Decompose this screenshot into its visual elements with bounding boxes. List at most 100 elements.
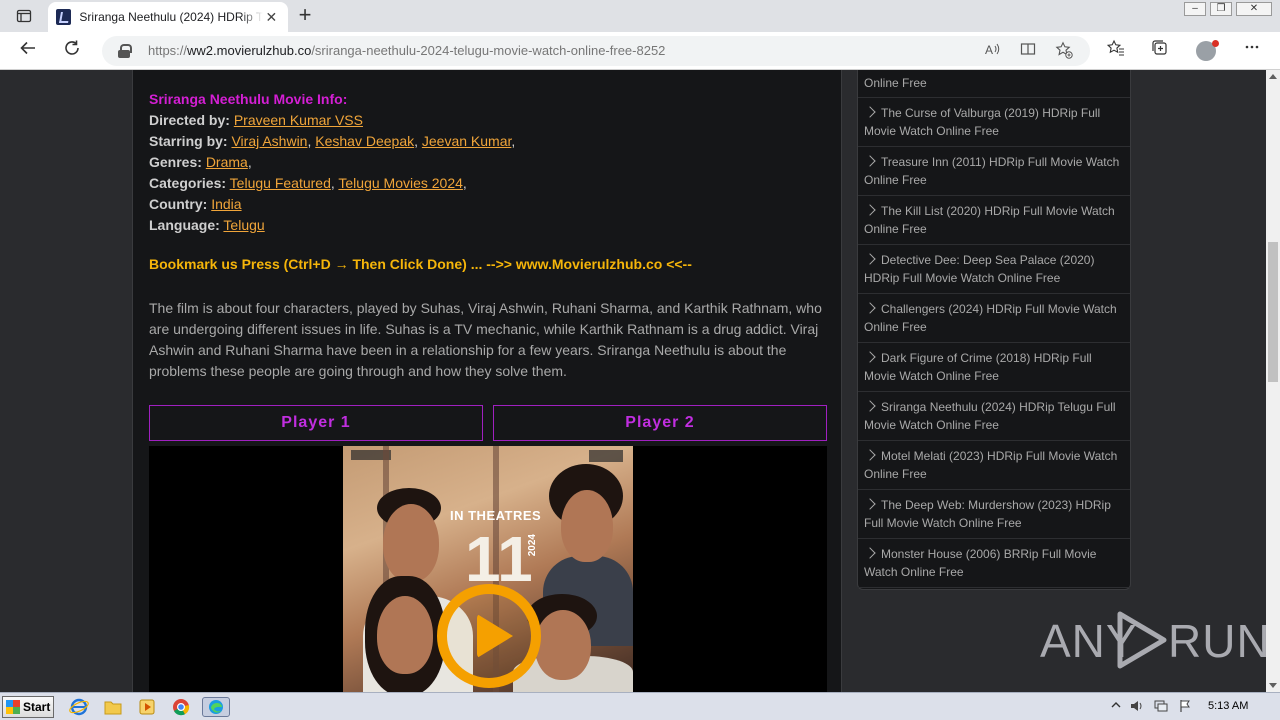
address-bar[interactable]: https://ww2.movierulzhub.co/sriranga-nee… (102, 36, 1090, 66)
cast-link[interactable]: Jeevan Kumar (422, 133, 512, 149)
sidebar-item-label[interactable]: Monster House (2006) BRRip Full Movie Wa… (864, 547, 1096, 579)
sidebar-item-label[interactable]: Dark Figure of Crime (2018) HDRip Full M… (864, 351, 1092, 383)
country-row: Country: India (149, 194, 829, 215)
sidebar-item-label[interactable]: The Deep Web: Murdershow (2023) HDRip Fu… (864, 498, 1111, 530)
watermark-play-icon (1117, 611, 1167, 669)
tab-close-icon[interactable]: ✕ (263, 9, 280, 26)
category-link[interactable]: Telugu Featured (230, 175, 331, 191)
sidebar-item[interactable]: Motel Melati (2023) HDRip Full Movie Wat… (858, 441, 1130, 490)
cast-link[interactable]: Viraj Ashwin (231, 133, 307, 149)
site-favicon-icon (56, 9, 72, 25)
sidebar-item[interactable]: Challengers (2024) HDRip Full Movie Watc… (858, 294, 1130, 343)
edge-icon[interactable] (202, 697, 230, 717)
language-label: Language: (149, 217, 220, 233)
movie-poster-image: IN THEATRES 11 2024 (343, 446, 633, 692)
sidebar-item-label[interactable]: Sriranga Neethulu (2024) HDRip Telugu Fu… (864, 400, 1116, 432)
sidebar-item-label[interactable]: Challengers (2024) HDRip Full Movie Watc… (864, 302, 1117, 334)
lock-icon[interactable] (118, 44, 132, 58)
sidebar-item-label[interactable]: Online Free (864, 76, 927, 90)
chrome-icon[interactable] (170, 697, 192, 717)
url-text[interactable]: https://ww2.movierulzhub.co/sriranga-nee… (148, 43, 665, 58)
sidebar-item[interactable]: The Kill List (2020) HDRip Full Movie Wa… (858, 196, 1130, 245)
sidebar-item-label[interactable]: The Kill List (2020) HDRip Full Movie Wa… (864, 204, 1115, 236)
video-player[interactable]: IN THEATRES 11 2024 (149, 446, 827, 692)
chevron-right-icon (864, 498, 876, 510)
separator: , (247, 154, 252, 170)
minimize-button[interactable]: – (1184, 2, 1206, 16)
chevron-right-icon (864, 449, 876, 461)
browser-toolbar: https://ww2.movierulzhub.co/sriranga-nee… (0, 32, 1280, 70)
show-hidden-icons-icon[interactable] (1110, 699, 1122, 714)
movie-description: The film is about four characters, playe… (149, 300, 822, 379)
start-label: Start (23, 700, 51, 714)
start-button[interactable]: Start (2, 696, 54, 718)
scrollbar-thumb[interactable] (1268, 242, 1278, 382)
director-link[interactable]: Praveen Kumar VSS (234, 112, 363, 128)
chevron-right-icon (864, 155, 876, 167)
player-2-button[interactable]: Player 2 (493, 405, 827, 441)
network-icon[interactable] (1154, 699, 1168, 716)
tab-title: Sriranga Neethulu (2024) HDRip Telugu Fu… (79, 10, 262, 24)
favorites-icon[interactable] (1104, 39, 1128, 63)
separator: , (330, 175, 335, 191)
sidebar-item-label[interactable]: Motel Melati (2023) HDRip Full Movie Wat… (864, 449, 1117, 481)
reload-icon[interactable] (60, 39, 84, 63)
country-link[interactable]: India (211, 196, 241, 212)
bookmark-notice: Bookmark us Press (Ctrl+D → Then Click D… (149, 256, 692, 272)
country-label: Country: (149, 196, 208, 212)
chevron-right-icon (864, 547, 876, 559)
sidebar-item[interactable]: Treasure Inn (2011) HDRip Full Movie Wat… (858, 147, 1130, 196)
poster-theatres-text: IN THEATRES (450, 508, 542, 523)
collections-icon[interactable] (1148, 39, 1172, 63)
browser-tab[interactable]: Sriranga Neethulu (2024) HDRip Telugu Fu… (48, 2, 288, 32)
sidebar-item[interactable]: Monster House (2006) BRRip Full Movie Wa… (858, 539, 1130, 588)
language-link[interactable]: Telugu (223, 217, 264, 233)
genre-link[interactable]: Drama (206, 154, 248, 170)
restore-button[interactable]: ❐ (1210, 2, 1232, 16)
scroll-up-icon[interactable] (1269, 74, 1277, 79)
chevron-right-icon (864, 351, 876, 363)
poster-release-year: 2024 (527, 534, 538, 557)
sidebar-item-label[interactable]: The Curse of Valburga (2019) HDRip Full … (864, 106, 1100, 138)
immersive-reader-icon[interactable] (1018, 41, 1038, 61)
new-tab-button[interactable]: + (294, 4, 316, 27)
file-explorer-icon[interactable] (102, 697, 124, 717)
sidebar-item[interactable]: Dark Figure of Crime (2018) HDRip Full M… (858, 343, 1130, 392)
back-icon[interactable] (16, 39, 40, 63)
profile-avatar[interactable] (1196, 40, 1219, 61)
anyrun-watermark: ANY RUN (1040, 610, 1266, 670)
sidebar-item-label[interactable]: Detective Dee: Deep Sea Palace (2020) HD… (864, 253, 1094, 285)
tab-actions-icon[interactable] (8, 4, 40, 28)
sidebar-item[interactable]: Sriranga Neethulu (2024) HDRip Telugu Fu… (858, 392, 1130, 441)
cast-link[interactable]: Keshav Deepak (315, 133, 414, 149)
sidebar-item[interactable]: Online Free (858, 70, 1130, 98)
separator: , (462, 175, 467, 191)
action-center-flag-icon[interactable] (1178, 699, 1192, 716)
settings-more-icon[interactable] (1240, 39, 1264, 63)
chevron-right-icon (864, 106, 876, 118)
chevron-right-icon (864, 400, 876, 412)
volume-icon[interactable] (1130, 699, 1144, 716)
poster-figure (377, 596, 433, 674)
sidebar-item-label[interactable]: Treasure Inn (2011) HDRip Full Movie Wat… (864, 155, 1119, 187)
internet-explorer-icon[interactable] (68, 697, 90, 717)
vertical-scrollbar[interactable] (1266, 70, 1280, 692)
windows-taskbar: Start 5:13 AM (0, 692, 1280, 720)
add-favorite-icon[interactable] (1054, 41, 1074, 61)
language-row: Language: Telugu (149, 215, 829, 236)
media-player-icon[interactable] (136, 697, 158, 717)
player-1-button[interactable]: Player 1 (149, 405, 483, 441)
taskbar-clock[interactable]: 5:13 AM (1208, 700, 1248, 712)
sidebar-item[interactable]: Detective Dee: Deep Sea Palace (2020) HD… (858, 245, 1130, 294)
close-window-button[interactable]: ✕ (1236, 2, 1272, 16)
sidebar-item[interactable]: The Curse of Valburga (2019) HDRip Full … (858, 98, 1130, 147)
chevron-right-icon (864, 204, 876, 216)
chevron-right-icon (864, 253, 876, 265)
sidebar-item[interactable]: The Deep Web: Murdershow (2023) HDRip Fu… (858, 490, 1130, 539)
separator: , (414, 133, 418, 149)
read-aloud-icon[interactable]: A (982, 41, 1002, 61)
cast-row: Starring by: Viraj Ashwin, Keshav Deepak… (149, 131, 829, 152)
category-link[interactable]: Telugu Movies 2024 (338, 175, 463, 191)
scroll-down-icon[interactable] (1269, 683, 1277, 688)
play-icon[interactable] (437, 584, 541, 688)
